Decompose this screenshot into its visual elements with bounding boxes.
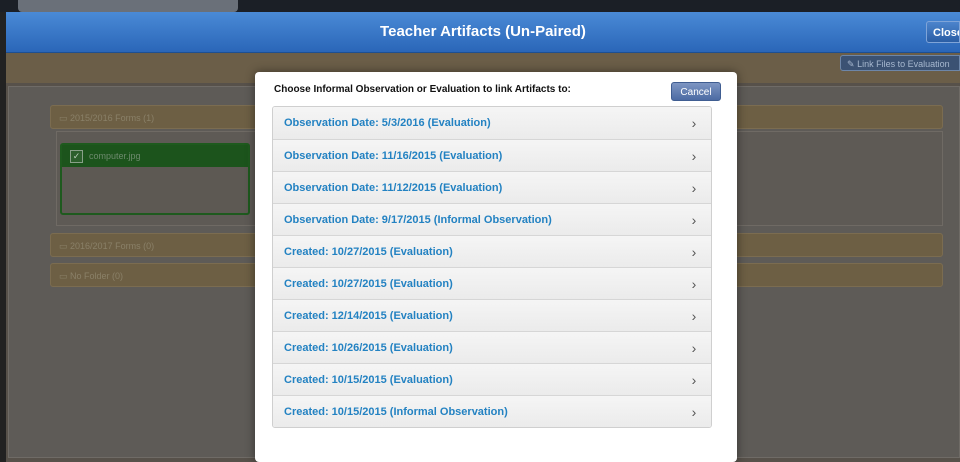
- folder-icon: ▭: [59, 241, 68, 251]
- list-item-label: Observation Date: 11/12/2015 (Evaluation…: [284, 181, 503, 194]
- list-item[interactable]: Observation Date: 9/17/2015 (Informal Ob…: [273, 203, 711, 235]
- close-button[interactable]: Close: [926, 21, 960, 43]
- chevron-right-icon: ›: [691, 115, 697, 131]
- chevron-right-icon: ›: [691, 339, 697, 356]
- page-title: Teacher Artifacts (Un-Paired): [380, 23, 586, 40]
- folder-icon: ▭: [59, 271, 68, 281]
- folder-label: 2016/2017 Forms (0): [70, 241, 155, 251]
- list-item-label: Observation Date: 9/17/2015 (Informal Ob…: [284, 213, 552, 226]
- file-card[interactable]: ✓ computer.jpg: [60, 143, 250, 215]
- evaluation-list: Observation Date: 5/3/2016 (Evaluation) ›…: [272, 106, 712, 428]
- chevron-right-icon: ›: [691, 211, 697, 228]
- dialog-prompt: Choose Informal Observation or Evaluatio…: [274, 84, 571, 95]
- list-item[interactable]: Created: 10/27/2015 (Evaluation) ›: [273, 235, 711, 267]
- list-item-label: Observation Date: 5/3/2016 (Evaluation): [284, 117, 491, 129]
- chevron-right-icon: ›: [691, 371, 697, 388]
- list-item[interactable]: Observation Date: 11/12/2015 (Evaluation…: [273, 171, 711, 203]
- list-item-label: Observation Date: 11/16/2015 (Evaluation…: [284, 149, 503, 162]
- chevron-right-icon: ›: [691, 403, 697, 420]
- list-item-label: Created: 10/27/2015 (Evaluation): [284, 277, 453, 290]
- list-item[interactable]: Created: 12/14/2015 (Evaluation) ›: [273, 299, 711, 331]
- link-files-button[interactable]: ✎ Link Files to Evaluation: [840, 55, 960, 71]
- cancel-button[interactable]: Cancel: [671, 82, 721, 101]
- link-icon: ✎: [847, 59, 855, 69]
- list-item[interactable]: Created: 10/26/2015 (Evaluation) ›: [273, 331, 711, 363]
- list-item[interactable]: Created: 10/15/2015 (Informal Observatio…: [273, 395, 711, 427]
- list-item[interactable]: Observation Date: 5/3/2016 (Evaluation) ›: [273, 107, 711, 139]
- list-item-label: Created: 10/15/2015 (Evaluation): [284, 373, 453, 386]
- list-item-label: Created: 10/26/2015 (Evaluation): [284, 341, 453, 354]
- list-item-label: Created: 10/27/2015 (Evaluation): [284, 245, 453, 258]
- link-files-label: Link Files to Evaluation: [857, 59, 950, 69]
- chevron-right-icon: ›: [691, 307, 697, 324]
- file-name: computer.jpg: [89, 151, 141, 161]
- folder-label: No Folder (0): [70, 271, 124, 281]
- list-item-label: Created: 12/14/2015 (Evaluation): [284, 309, 453, 322]
- chevron-right-icon: ›: [691, 243, 697, 260]
- chevron-right-icon: ›: [691, 147, 697, 164]
- browser-strip: [0, 0, 960, 12]
- link-artifacts-dialog: Choose Informal Observation or Evaluatio…: [255, 72, 737, 462]
- list-item[interactable]: Created: 10/15/2015 (Evaluation) ›: [273, 363, 711, 395]
- list-item[interactable]: Created: 10/27/2015 (Evaluation) ›: [273, 267, 711, 299]
- header-bar: Teacher Artifacts (Un-Paired) Close: [6, 12, 960, 53]
- folder-label: 2015/2016 Forms (1): [70, 113, 155, 123]
- checkbox-checked-icon[interactable]: ✓: [70, 149, 83, 163]
- chevron-right-icon: ›: [691, 179, 697, 196]
- folder-icon: ▭: [59, 113, 68, 123]
- chevron-right-icon: ›: [691, 275, 697, 292]
- list-item[interactable]: Observation Date: 11/16/2015 (Evaluation…: [273, 139, 711, 171]
- list-item-label: Created: 10/15/2015 (Informal Observatio…: [284, 405, 508, 418]
- browser-tab[interactable]: [18, 0, 238, 12]
